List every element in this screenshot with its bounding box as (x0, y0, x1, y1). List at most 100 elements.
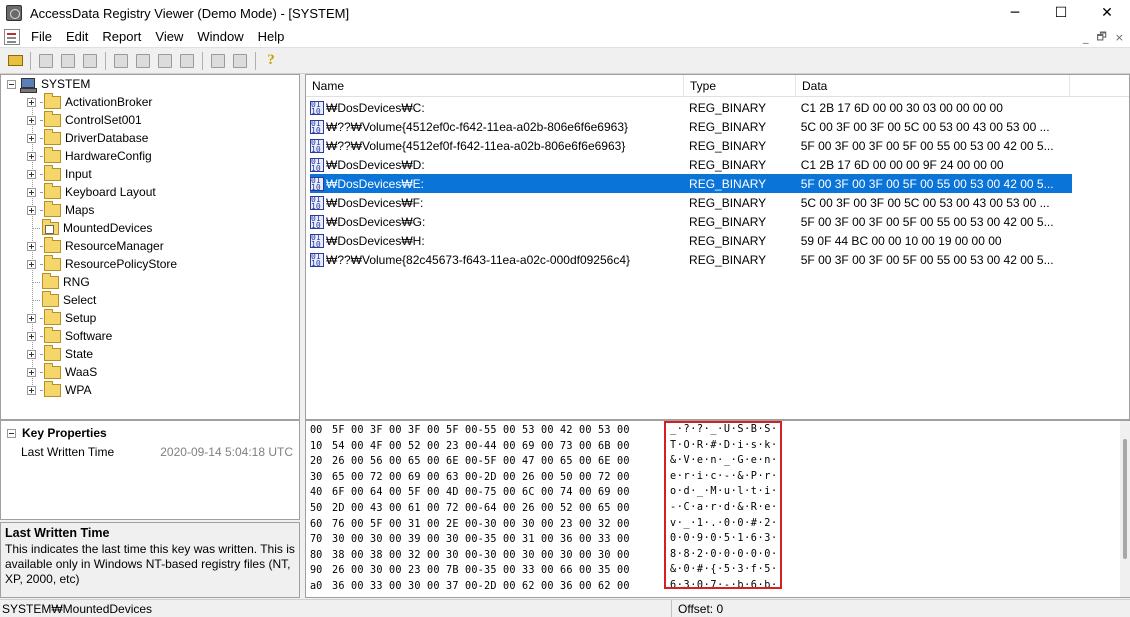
mdi-restore-button[interactable]: 🗗 (1096, 28, 1106, 47)
tree-item-label: Input (65, 167, 92, 181)
tree-item[interactable]: ResourceManager (27, 236, 164, 255)
forward-button[interactable] (229, 50, 251, 72)
expand-toggle-icon[interactable] (27, 187, 36, 197)
expand-toggle-icon[interactable] (27, 133, 36, 143)
column-header-type[interactable]: Type (684, 75, 796, 97)
status-bar: SYSTEM₩MountedDevices Offset: 0 (0, 599, 1130, 617)
edit-report-button[interactable] (154, 50, 176, 72)
tree-item[interactable]: State (27, 344, 93, 363)
menu-report[interactable]: Report (95, 26, 148, 48)
back-button[interactable] (207, 50, 229, 72)
hex-row[interactable]: a0 36 00 33 00 30 00 37 00-2D 00 62 00 36… (310, 579, 670, 595)
list-item[interactable]: ₩DosDevices₩F: REG_BINARY 5C 00 3F 00 3F 0… (310, 193, 1072, 212)
expand-toggle-icon[interactable] (27, 259, 36, 269)
tree-item[interactable]: WaaS (27, 362, 97, 381)
open-button[interactable] (4, 50, 26, 72)
hex-row[interactable]: 40 6F 00 64 00 5F 00 4D 00-75 00 6C 00 74… (310, 485, 670, 501)
list-item[interactable]: ₩??₩Volume{4512ef0f-f642-11ea-a02b-806e6… (310, 136, 1072, 155)
tree-item[interactable]: Software (27, 326, 112, 345)
menu-view[interactable]: View (148, 26, 190, 48)
tree-item[interactable]: HardwareConfig (27, 146, 152, 165)
scroll-thumb[interactable] (1123, 439, 1127, 559)
hex-row[interactable]: 80 38 00 38 00 32 00 30 00-30 00 30 00 30… (310, 548, 670, 564)
mdi-close-button[interactable]: × (1115, 31, 1124, 44)
tree-item[interactable]: Input (27, 164, 92, 183)
value-data: 5F 00 3F 00 3F 00 5F 00 55 00 53 00 42 0… (800, 138, 1054, 153)
hex-row[interactable]: 90 26 00 30 00 23 00 7B 00-35 00 33 00 66… (310, 563, 670, 579)
tree-item-label: ResourcePolicyStore (65, 257, 178, 271)
menu-file[interactable]: File (24, 26, 59, 48)
column-header-data[interactable]: Data (796, 75, 1070, 97)
tree-item[interactable]: MountedDevices (27, 218, 152, 237)
menu-edit[interactable]: Edit (59, 26, 95, 48)
export-button[interactable] (110, 50, 132, 72)
list-item[interactable]: ₩DosDevices₩H: REG_BINARY 59 0F 44 BC 00 0… (310, 231, 1072, 250)
tree-item[interactable]: ResourcePolicyStore (27, 254, 178, 273)
hex-offset: 80 (310, 549, 323, 561)
key-properties-header[interactable]: Key Properties (1, 423, 107, 443)
hex-row[interactable]: 70 30 00 30 00 39 00 30 00-35 00 31 00 36… (310, 532, 670, 548)
property-row[interactable]: Last Written Time 2020-09-14 5:04:18 UTC (21, 445, 293, 463)
expand-toggle-icon[interactable] (27, 151, 36, 161)
hex-row[interactable]: 30 65 00 72 00 69 00 63 00-2D 00 26 00 50… (310, 470, 670, 486)
list-item[interactable]: ₩DosDevices₩D: REG_BINARY C1 2B 17 6D 00 0… (310, 155, 1072, 174)
expand-toggle-icon[interactable] (27, 367, 36, 377)
value-data: C1 2B 17 6D 00 00 00 9F 24 00 00 00 (800, 157, 1004, 172)
tree-item[interactable]: ControlSet001 (27, 110, 142, 129)
document-menu-icon[interactable] (4, 28, 20, 45)
column-header-name[interactable]: Name (306, 75, 684, 97)
find-next-button[interactable] (57, 50, 79, 72)
collapse-toggle-icon[interactable] (7, 79, 16, 89)
tree-item[interactable]: Setup (27, 308, 96, 327)
list-item[interactable]: ₩??₩Volume{82c45673-f643-11ea-a02c-000df… (310, 250, 1072, 269)
tree-connector (32, 227, 40, 229)
tree-connector (40, 245, 42, 247)
collapse-toggle-icon[interactable] (7, 428, 16, 438)
copy-button[interactable] (79, 50, 101, 72)
values-list[interactable]: Name Type Data ₩DosDevices₩C: REG_BINARY C… (305, 74, 1130, 420)
toolbar-separator (30, 51, 31, 70)
list-item[interactable]: ₩DosDevices₩G: REG_BINARY 5F 00 3F 00 3F 0… (310, 212, 1072, 231)
hex-row[interactable]: 60 76 00 5F 00 31 00 2E 00-30 00 30 00 23… (310, 517, 670, 533)
expand-toggle-icon[interactable] (27, 169, 36, 179)
expand-toggle-icon[interactable] (27, 115, 36, 125)
maximize-button[interactable]: ☐ (1038, 0, 1084, 26)
menu-window[interactable]: Window (190, 26, 250, 48)
hex-ascii: o·d·_·M·u·l·t·i· (670, 486, 778, 498)
registry-tree[interactable]: SYSTEM ActivationBroker ControlSet001 Driv… (0, 74, 300, 420)
tree-item[interactable]: Select (27, 290, 96, 309)
list-item[interactable]: ₩DosDevices₩C: REG_BINARY C1 2B 17 6D 00 0… (310, 98, 1072, 117)
expand-toggle-icon[interactable] (27, 349, 36, 359)
minimize-button[interactable]: ─ (992, 0, 1038, 26)
properties-button[interactable] (176, 50, 198, 72)
hex-row[interactable]: 50 2D 00 43 00 61 00 72 00-64 00 26 00 52… (310, 501, 670, 517)
hex-ascii: 8·8·2·0·0·0·0·0· (670, 548, 778, 560)
expand-toggle-icon[interactable] (27, 97, 36, 107)
mdi-minimize-button[interactable]: _ (1083, 31, 1089, 44)
report-button[interactable] (132, 50, 154, 72)
tree-item[interactable]: ActivationBroker (27, 92, 152, 111)
hex-row[interactable]: 20 26 00 56 00 65 00 6E 00-5F 00 47 00 65… (310, 454, 670, 470)
expand-toggle-icon[interactable] (27, 205, 36, 215)
tree-item[interactable]: RNG (27, 272, 90, 291)
hex-row[interactable]: 00 5F 00 3F 00 3F 00 5F 00-55 00 53 00 42… (310, 423, 670, 439)
hex-scrollbar[interactable] (1120, 421, 1130, 597)
menu-help[interactable]: Help (251, 26, 292, 48)
toolbar-separator (105, 51, 106, 70)
close-button[interactable]: ✕ (1084, 0, 1130, 26)
hex-row[interactable]: 10 54 00 4F 00 52 00 23 00-44 00 69 00 73… (310, 439, 670, 455)
list-item[interactable]: ₩DosDevices₩E: REG_BINARY 5F 00 3F 00 3F 0… (310, 174, 1072, 193)
tree-item[interactable]: Maps (27, 200, 94, 219)
expand-toggle-icon[interactable] (27, 331, 36, 341)
expand-toggle-icon[interactable] (27, 313, 36, 323)
help-button[interactable]: ? (260, 50, 282, 72)
expand-toggle-icon[interactable] (27, 241, 36, 251)
tree-item[interactable]: Keyboard Layout (27, 182, 156, 201)
list-item[interactable]: ₩??₩Volume{4512ef0c-f642-11ea-a02b-806e6… (310, 117, 1072, 136)
find-button[interactable] (35, 50, 57, 72)
expand-toggle-icon[interactable] (27, 385, 36, 395)
tree-item[interactable]: DriverDatabase (27, 128, 148, 147)
tree-item[interactable]: WPA (27, 380, 91, 399)
folder-icon (44, 344, 61, 361)
tree-root-system[interactable]: SYSTEM (7, 75, 90, 93)
